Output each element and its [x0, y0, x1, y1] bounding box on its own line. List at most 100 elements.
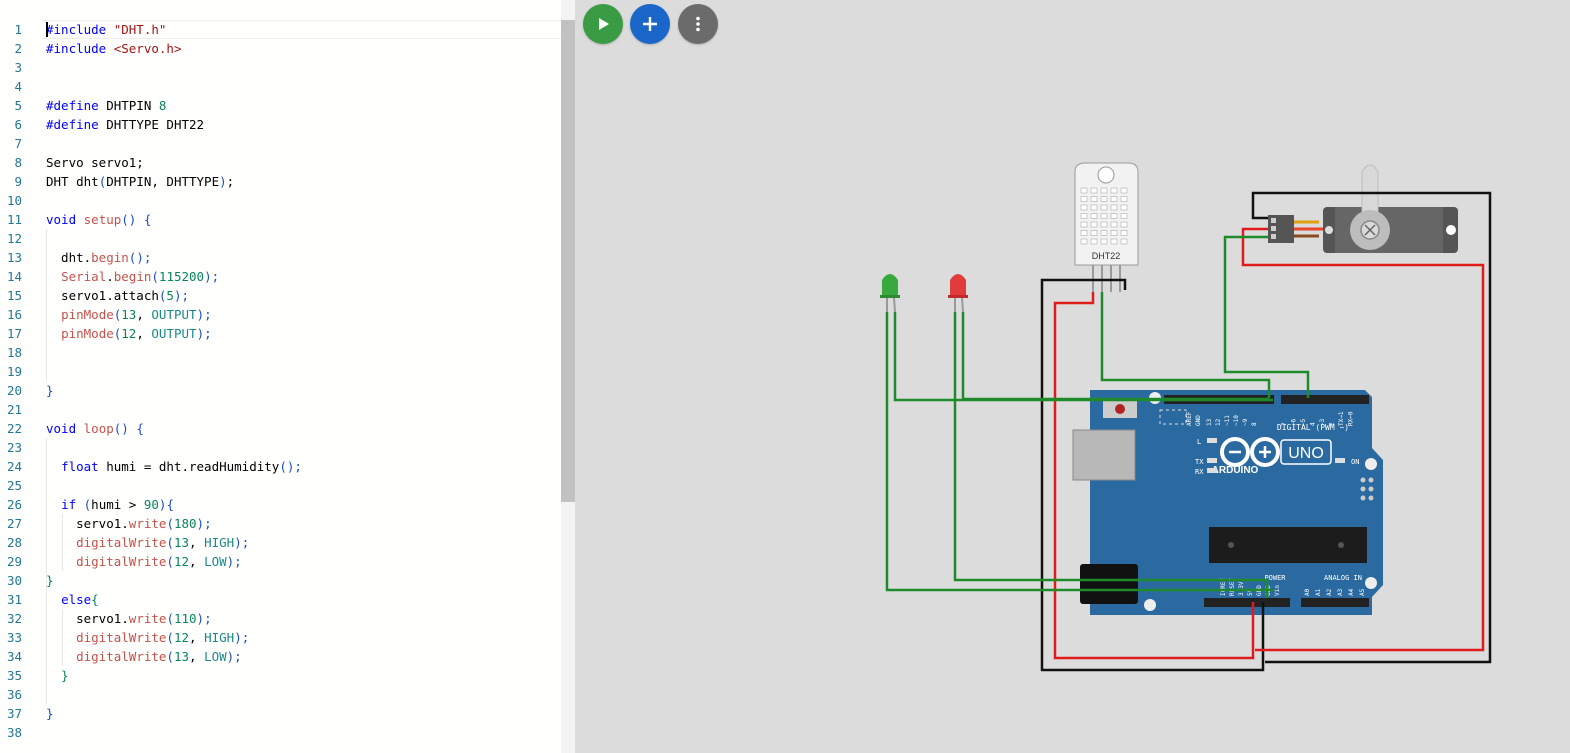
code-token: ); — [234, 535, 250, 550]
vent-hole — [1100, 204, 1108, 211]
icsp-pin — [1368, 477, 1374, 483]
code-token: 90 — [143, 497, 159, 512]
line-number: 22 — [6, 421, 22, 436]
red-led[interactable] — [948, 274, 968, 313]
vent-hole — [1080, 196, 1088, 202]
vent-hole — [1120, 187, 1128, 194]
code-line[interactable]: void loop() { — [46, 419, 144, 438]
code-line[interactable]: } — [46, 704, 54, 723]
code-line[interactable]: pinMode(13, OUTPUT); — [46, 305, 212, 324]
code-token: ); — [234, 630, 250, 645]
vent-hole — [1120, 204, 1128, 211]
code-token: dht. — [46, 250, 92, 265]
code-line[interactable]: #define DHTPIN 8 — [46, 96, 166, 115]
line-number-gutter: 1 2 3 4 5 6 7 8 9 10 11 12 13 14 15 16 17 18 19 20 21 22 23 24 2… — [0, 0, 40, 753]
dht22-sensor[interactable]: DHT22 — [1074, 162, 1139, 292]
vent-hole — [1110, 196, 1118, 202]
editor-scrollbar-thumb[interactable] — [561, 20, 575, 502]
simulation-canvas[interactable]: DHT22 UNO ARDUINO DIGITAL (PWM ~) POWER … — [575, 0, 1570, 753]
code-line[interactable]: Serial.begin(115200); — [46, 267, 219, 286]
vent-hole — [1110, 213, 1118, 219]
code-token: ); — [196, 611, 212, 626]
line-number: 29 — [6, 554, 22, 569]
code-line[interactable]: digitalWrite(12, HIGH); — [46, 628, 249, 647]
code-line[interactable]: servo1.write(110); — [46, 609, 212, 628]
code-editor[interactable]: 1 2 3 4 5 6 7 8 9 10 11 12 13 14 15 16 17 18 19 20 21 22 23 24 2… — [0, 0, 575, 753]
code-line[interactable]: #include "DHT.h" — [46, 20, 166, 39]
code-token: #define — [46, 117, 107, 132]
code-token: ) — [219, 174, 227, 189]
line-number: 4 — [14, 79, 22, 94]
code-line[interactable]: servo1.write(180); — [46, 514, 212, 533]
wire-green-dht-data — [1100, 292, 1271, 398]
circuit-diagram: DHT22 UNO ARDUINO DIGITAL (PWM ~) POWER … — [880, 162, 1492, 672]
code-token: () { — [121, 212, 152, 227]
code-token: if — [61, 497, 84, 512]
vent-hole — [1090, 221, 1098, 228]
code-token: 12 — [121, 326, 137, 341]
code-token: , — [189, 649, 205, 664]
code-token: ); — [226, 554, 242, 569]
line-number: 20 — [6, 383, 22, 398]
code-token: OUTPUT — [151, 307, 197, 322]
pin-label: A2 — [1326, 588, 1333, 596]
vent-hole — [1090, 187, 1098, 194]
line-number: 24 — [6, 459, 22, 474]
code-line[interactable]: digitalWrite(12, LOW); — [46, 552, 242, 571]
code-token: 180 — [173, 516, 197, 531]
vent-hole — [1120, 238, 1128, 245]
line-number: 17 — [6, 326, 22, 341]
code-area[interactable]: #include "DHT.h" #include <Servo.h> #defin… — [46, 0, 560, 753]
vent-hole — [1090, 238, 1098, 245]
tx-label: TX — [1195, 458, 1204, 466]
code-token: Serial — [61, 269, 107, 284]
code-line[interactable]: Servo servo1; — [46, 153, 144, 172]
code-token: } — [46, 668, 69, 683]
line-number: 6 — [14, 117, 22, 132]
code-line[interactable]: } — [46, 381, 54, 400]
line-number: 31 — [6, 592, 22, 607]
vent-hole — [1120, 221, 1128, 228]
vent-hole — [1090, 230, 1098, 236]
line-number: 5 — [14, 98, 22, 113]
code-token: #define — [46, 98, 107, 113]
code-token: ( — [166, 535, 174, 550]
code-token: ); — [196, 326, 212, 341]
code-line[interactable]: digitalWrite(13, HIGH); — [46, 533, 249, 552]
code-line[interactable]: DHT dht(DHTPIN, DHTTYPE); — [46, 172, 234, 191]
code-line[interactable]: #include <Servo.h> — [46, 39, 181, 58]
code-line[interactable]: } — [46, 571, 54, 590]
green-led[interactable] — [880, 274, 900, 313]
vent-hole — [1080, 221, 1088, 228]
code-line[interactable]: digitalWrite(13, LOW); — [46, 647, 242, 666]
line-number: 27 — [6, 516, 22, 531]
code-line[interactable]: void setup() { — [46, 210, 151, 229]
code-token: void — [46, 421, 84, 436]
line-number: 26 — [6, 497, 22, 512]
code-line[interactable]: float humi = dht.readHumidity(); — [46, 457, 302, 476]
vent-hole — [1120, 230, 1128, 236]
code-token: servo1.attach — [46, 288, 159, 303]
code-line[interactable]: if (humi > 90){ — [46, 495, 174, 514]
code-line[interactable]: #define DHTTYPE DHT22 — [46, 115, 204, 134]
line-number: 19 — [6, 364, 22, 379]
code-line[interactable]: dht.begin(); — [46, 248, 151, 267]
code-line[interactable]: } — [46, 666, 69, 685]
code-line[interactable]: servo1.attach(5); — [46, 286, 189, 305]
line-number: 7 — [14, 136, 22, 151]
line-number: 15 — [6, 288, 22, 303]
code-token: ( — [166, 554, 174, 569]
code-line[interactable]: pinMode(12, OUTPUT); — [46, 324, 212, 343]
code-token: , — [136, 326, 152, 341]
code-line[interactable]: else{ — [46, 590, 99, 609]
icsp-pin — [1368, 486, 1374, 492]
pin-label: 8 — [1251, 422, 1258, 426]
code-token: ); — [226, 649, 242, 664]
icsp-pin — [1368, 495, 1374, 501]
wire-green-led-anode — [893, 312, 1273, 402]
code-token: loop — [83, 421, 114, 436]
code-token: ); — [196, 516, 212, 531]
servo-motor[interactable] — [1268, 164, 1458, 253]
